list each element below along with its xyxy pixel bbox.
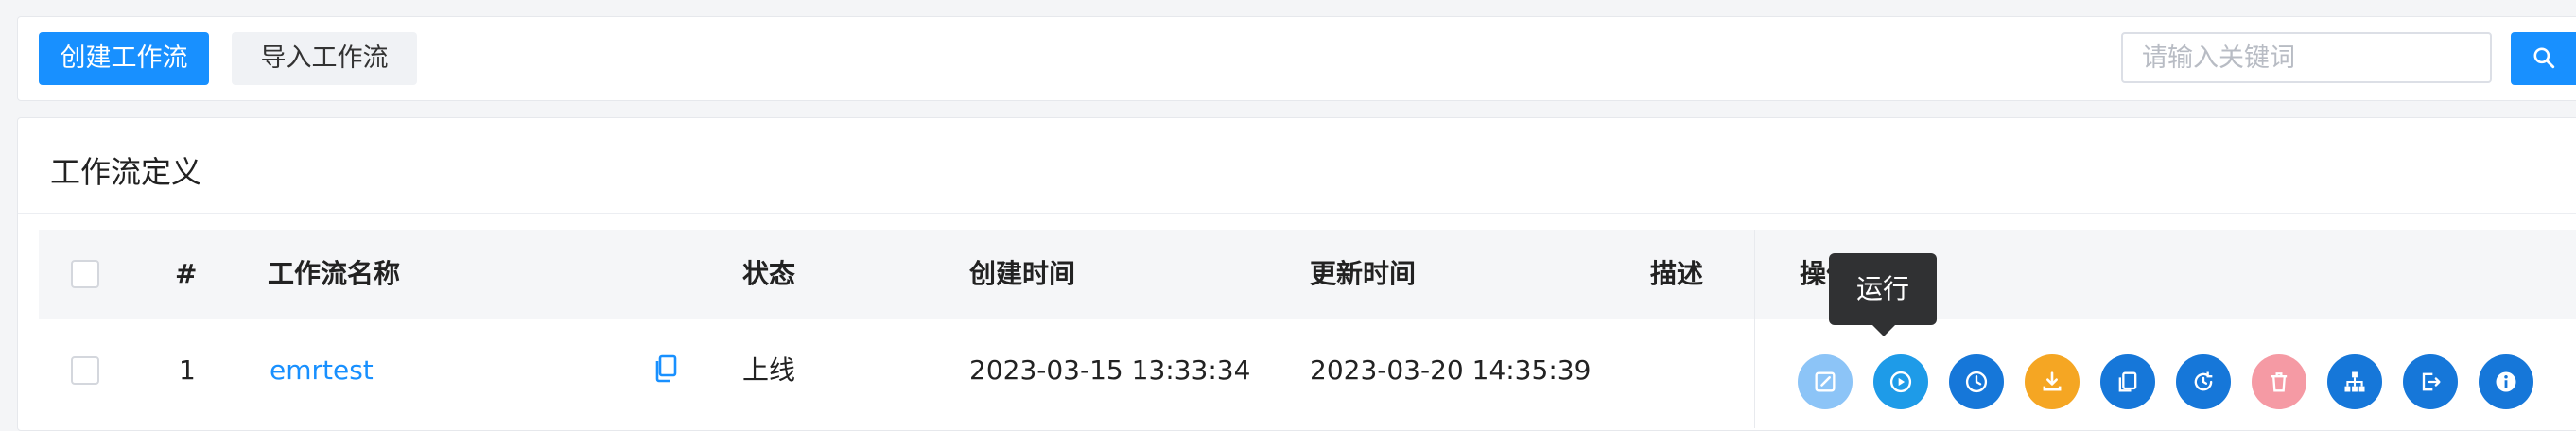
row-index: 1 bbox=[179, 354, 196, 386]
edit-button[interactable] bbox=[1798, 354, 1853, 409]
search-input[interactable] bbox=[2121, 32, 2492, 83]
row-update-time: 2023-03-20 14:35:39 bbox=[1310, 354, 1592, 386]
operations-column-divider bbox=[1754, 230, 1755, 428]
tree-view-button[interactable] bbox=[2327, 354, 2382, 409]
export-icon bbox=[2422, 372, 2441, 391]
download-button[interactable] bbox=[2025, 354, 2080, 409]
workflow-name-link[interactable]: emrtest bbox=[270, 319, 374, 422]
info-button[interactable] bbox=[2479, 354, 2533, 409]
column-description: 描述 bbox=[1650, 258, 1704, 289]
tooltip-arrow bbox=[1872, 325, 1895, 336]
table-header: # 工作流名称 状态 创建时间 更新时间 描述 操作 bbox=[39, 230, 2576, 319]
clock-icon bbox=[1965, 371, 1988, 393]
column-update-time: 更新时间 bbox=[1310, 258, 1417, 289]
select-all-checkbox[interactable] bbox=[71, 260, 99, 288]
play-icon bbox=[1889, 371, 1912, 393]
delete-button[interactable] bbox=[2252, 354, 2306, 409]
column-create-time: 创建时间 bbox=[969, 258, 1076, 289]
run-button[interactable] bbox=[1873, 354, 1928, 409]
copy-name-icon[interactable] bbox=[653, 354, 678, 387]
copy-icon bbox=[2118, 371, 2137, 392]
search-button[interactable] bbox=[2511, 32, 2576, 85]
import-workflow-button[interactable]: 导入工作流 bbox=[232, 32, 417, 85]
row-checkbox[interactable] bbox=[71, 356, 99, 385]
trash-icon bbox=[2271, 372, 2288, 392]
row-state: 上线 bbox=[742, 354, 796, 386]
history-icon bbox=[2194, 371, 2213, 391]
tree-icon bbox=[2344, 371, 2365, 392]
info-icon bbox=[2496, 371, 2516, 392]
column-state: 状态 bbox=[742, 258, 796, 289]
workflow-definition-panel: 工作流定义 # 工作流名称 状态 创建时间 更新时间 描述 操作 1 emrte… bbox=[17, 117, 2576, 431]
export-button[interactable] bbox=[2403, 354, 2458, 409]
timing-button[interactable] bbox=[1949, 354, 2004, 409]
copy-button[interactable] bbox=[2100, 354, 2155, 409]
divider bbox=[18, 213, 2576, 214]
column-index: # bbox=[175, 258, 198, 289]
create-workflow-button[interactable]: 创建工作流 bbox=[39, 32, 209, 85]
toolbar: 创建工作流 导入工作流 bbox=[17, 16, 2576, 101]
column-name: 工作流名称 bbox=[268, 258, 401, 289]
table-row: 1 emrtest 上线 2023-03-15 13:33:34 2023-03… bbox=[39, 319, 2576, 422]
panel-title: 工作流定义 bbox=[50, 154, 202, 190]
run-tooltip: 运行 bbox=[1829, 253, 1937, 325]
edit-icon bbox=[1815, 371, 1836, 392]
search-icon bbox=[2533, 47, 2555, 69]
history-button[interactable] bbox=[2176, 354, 2231, 409]
download-icon bbox=[2043, 371, 2062, 391]
row-create-time: 2023-03-15 13:33:34 bbox=[969, 354, 1251, 386]
